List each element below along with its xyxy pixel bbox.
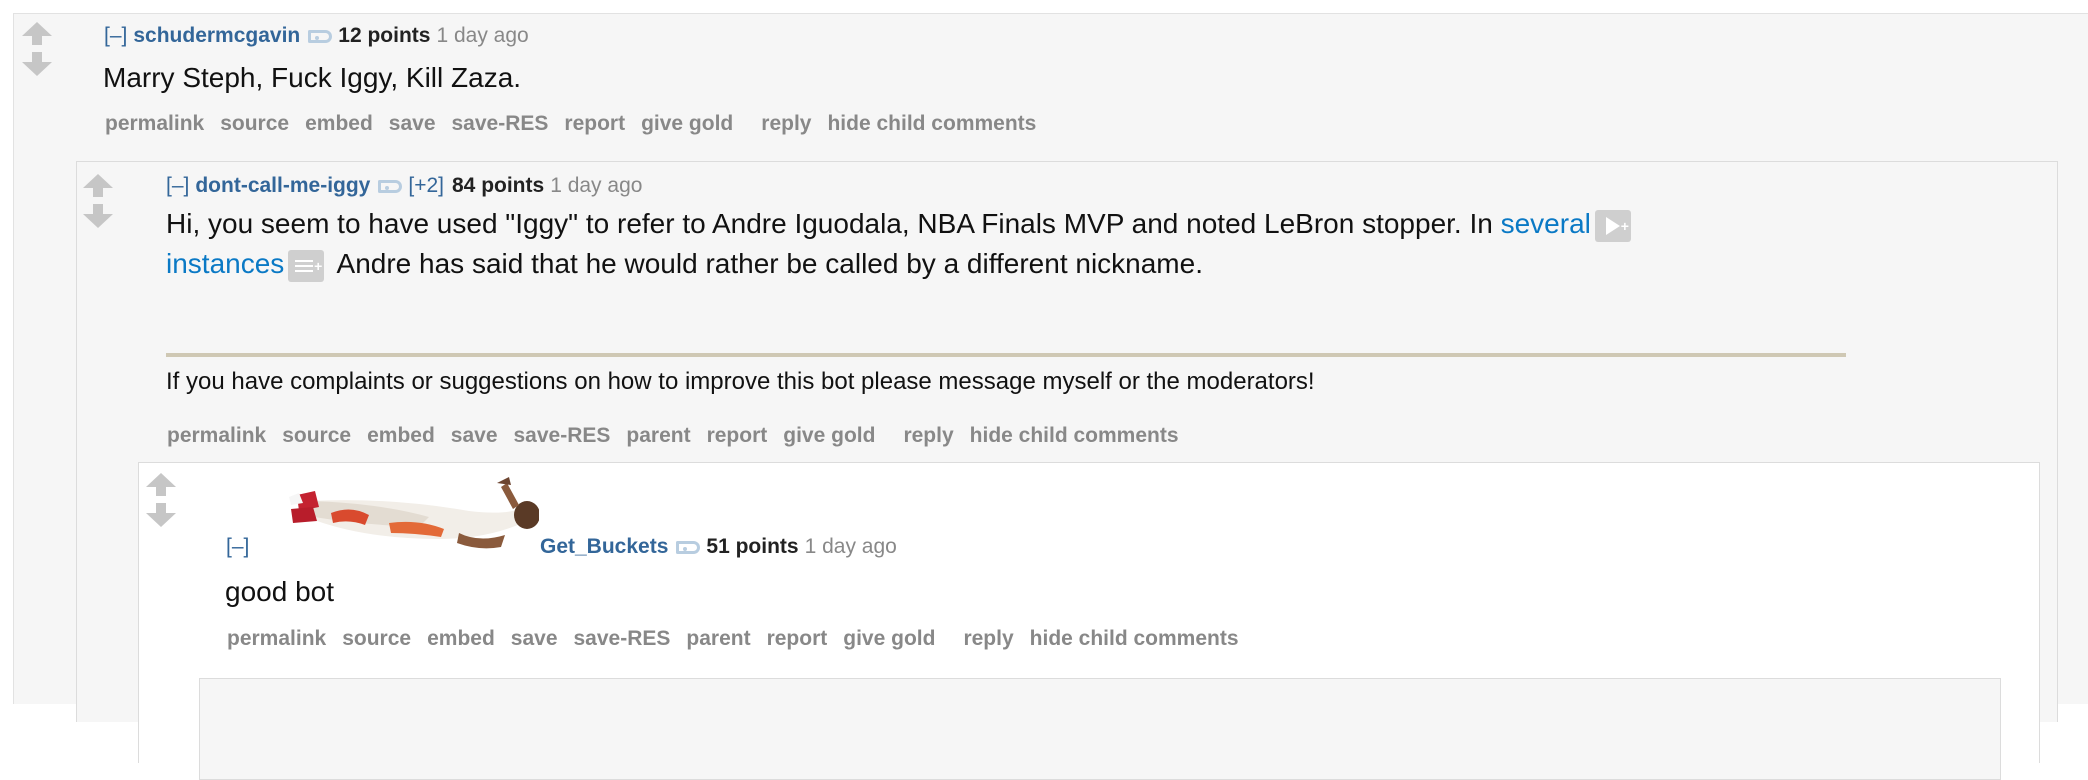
upvote-arrow-icon[interactable] [144,473,178,501]
give-gold-button[interactable]: give gold [783,424,875,447]
embed-button[interactable]: embed [305,112,373,135]
comment-tagline: [–] schudermcgavin 12 points 1 day ago [104,24,529,48]
body-text: Andre has said that he would rather be c… [330,248,1203,279]
downvote-arrow-icon[interactable] [20,50,54,78]
hide-child-comments-button[interactable]: hide child comments [1030,627,1239,650]
give-gold-button[interactable]: give gold [843,627,935,650]
child-comment-container [199,678,2001,780]
vote-weight[interactable]: [+2] [408,174,444,197]
embed-button[interactable]: embed [367,424,435,447]
comment-schudermcgavin: [–] schudermcgavin 12 points 1 day ago Marr… [13,13,2088,780]
source-button[interactable]: source [220,112,289,135]
comment-buttons: permalink source embed save save-RES report gi… [105,112,1052,136]
score: 51 points [706,535,799,558]
comment-tagline: Get_Buckets 51 points 1 day ago [540,535,897,559]
hide-child-comments-button[interactable]: hide child comments [970,424,1179,447]
score: 84 points [452,174,545,197]
collapse-toggle[interactable]: [–] [226,535,249,558]
permalink-button[interactable]: permalink [227,627,326,650]
permalink-button[interactable]: permalink [105,112,204,135]
permalink-button[interactable]: permalink [167,424,266,447]
source-button[interactable]: source [282,424,351,447]
parent-button[interactable]: parent [626,424,690,447]
collapse-toggle[interactable]: [–] [104,24,127,47]
comment-body-line-1: Hi, you seem to have used "Iggy" to refe… [166,204,1637,246]
save-button[interactable]: save [511,627,558,650]
res-expando-text-icon[interactable] [288,246,325,286]
save-res-button[interactable]: save-RES [514,424,611,447]
hide-child-comments-button[interactable]: hide child comments [827,112,1036,135]
author-link[interactable]: schudermcgavin [133,24,300,47]
reply-button[interactable]: reply [903,424,953,447]
comment-dont-call-me-iggy: [–] dont-call-me-iggy [+2] 84 points 1 day a… [76,161,2058,780]
user-tag-icon[interactable] [378,180,403,193]
vote-arrows [20,22,54,78]
body-text: Hi, you seem to have used "Iggy" to refe… [166,208,1501,239]
vote-arrows [144,473,178,529]
give-gold-button[interactable]: give gold [641,112,733,135]
timestamp: 1 day ago [436,24,529,47]
user-tag-icon[interactable] [676,541,701,554]
save-button[interactable]: save [389,112,436,135]
comment-body: good bot [225,576,334,607]
reply-button[interactable]: reply [761,112,811,135]
comment-buttons: permalink source embed save save-RES parent re… [227,627,1255,651]
author-link[interactable]: dont-call-me-iggy [195,174,370,197]
source-button[interactable]: source [342,627,411,650]
parent-button[interactable]: parent [686,627,750,650]
author-link[interactable]: Get_Buckets [540,535,668,558]
report-button[interactable]: report [564,112,625,135]
embed-button[interactable]: embed [427,627,495,650]
bot-footnote: If you have complaints or suggestions on… [166,368,1315,395]
comment-tagline: [–] dont-call-me-iggy [+2] 84 points 1 day a… [166,174,642,198]
divider [166,353,1846,357]
timestamp: 1 day ago [550,174,643,197]
downvote-arrow-icon[interactable] [144,501,178,529]
comment-body-line-2: instances Andre has said that he would r… [166,244,1203,286]
instances-link[interactable]: instances [166,248,284,279]
collapse-toggle[interactable]: [–] [166,174,189,197]
user-tag-icon[interactable] [308,30,333,43]
upvote-arrow-icon[interactable] [20,22,54,50]
reply-button[interactable]: reply [963,627,1013,650]
comment-tagline-expand: [–] [226,535,255,559]
vote-arrows [81,174,115,230]
upvote-arrow-icon[interactable] [81,174,115,202]
downvote-arrow-icon[interactable] [81,202,115,230]
save-res-button[interactable]: save-RES [574,627,671,650]
user-flair-image [289,477,539,549]
several-link[interactable]: several [1501,208,1591,239]
comment-get-buckets: [–] Get_Buckets 51 points 1 day ago good b… [138,462,2040,780]
save-res-button[interactable]: save-RES [452,112,549,135]
timestamp: 1 day ago [804,535,897,558]
report-button[interactable]: report [767,627,828,650]
score: 12 points [338,24,431,47]
report-button[interactable]: report [707,424,768,447]
comment-buttons: permalink source embed save save-RES parent re… [167,424,1195,448]
save-button[interactable]: save [451,424,498,447]
comment-body: Marry Steph, Fuck Iggy, Kill Zaza. [103,62,522,93]
res-expando-play-icon[interactable] [1594,206,1631,246]
